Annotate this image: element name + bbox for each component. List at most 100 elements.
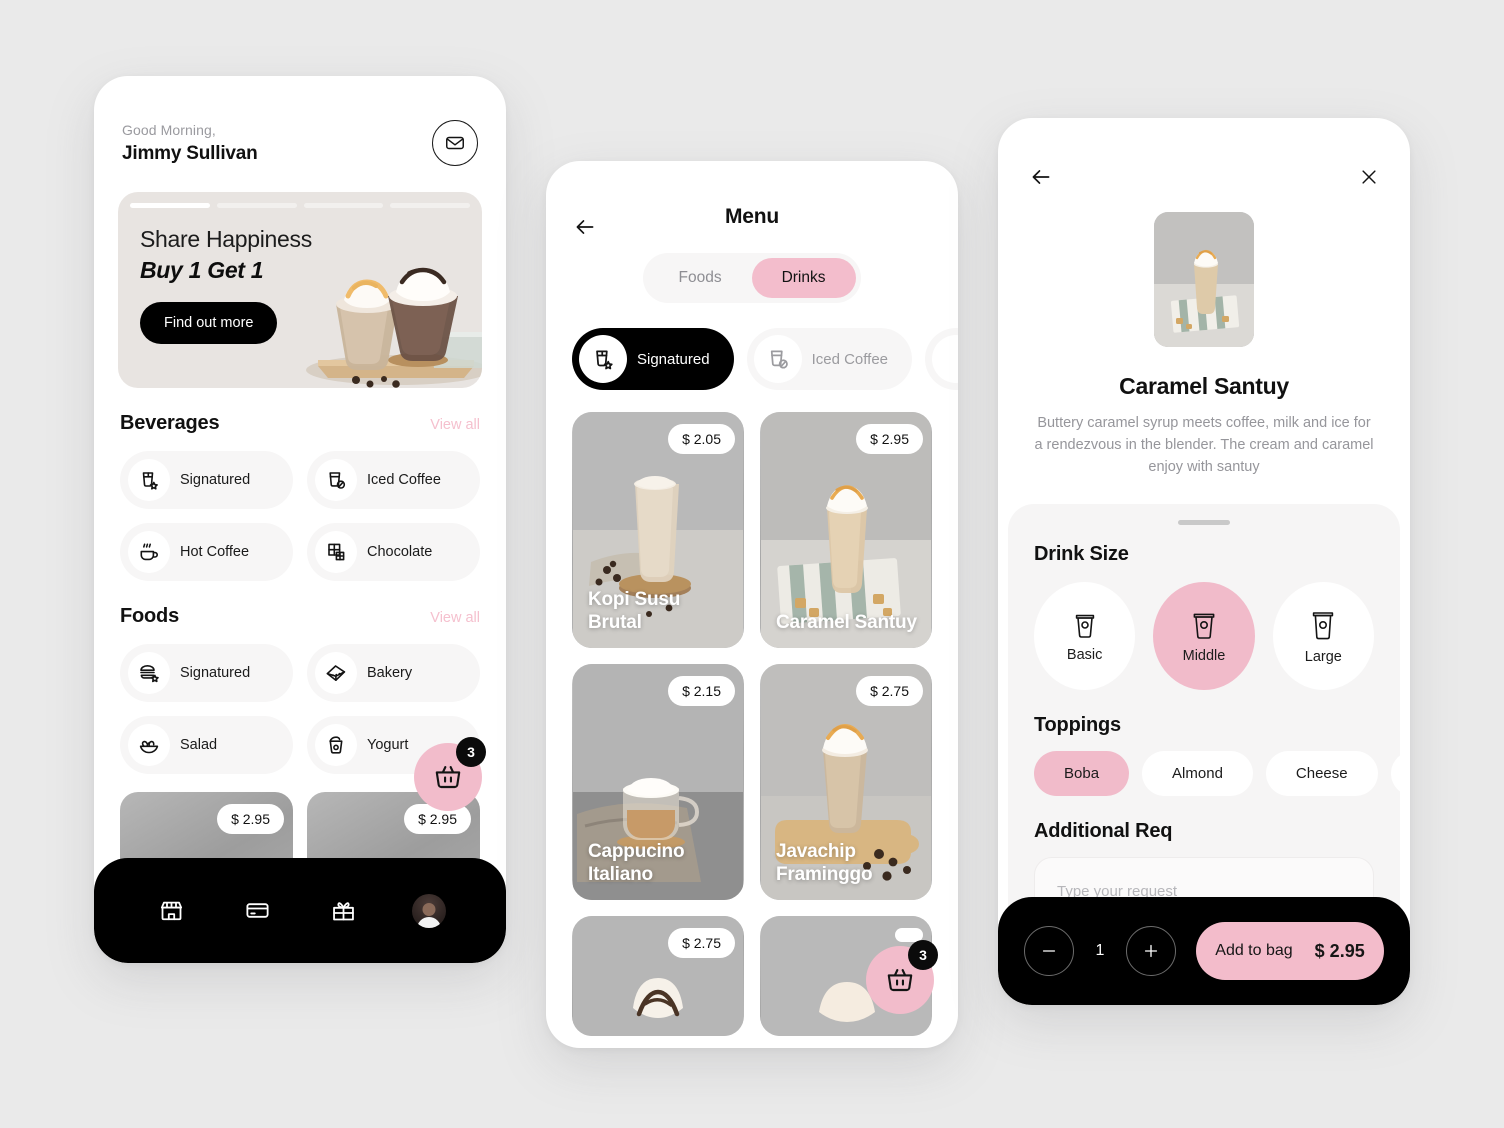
gift-icon <box>330 897 357 924</box>
banner-title: Share Happiness <box>140 226 312 252</box>
user-name: Jimmy Sullivan <box>122 142 258 164</box>
banner-dot-4[interactable] <box>390 203 470 208</box>
menu-product-grid: $ 2.05 Kopi Susu Brutal $ 2.95 Caramel S… <box>546 390 958 1036</box>
cup-medium-icon <box>1188 608 1220 644</box>
decrease-quantity-button[interactable] <box>1024 926 1074 976</box>
topping-almond[interactable]: Almond <box>1142 751 1253 796</box>
view-all-beverages-link[interactable]: View all <box>430 417 480 433</box>
screenshot-stage: Good Morning, Jimmy Sullivan Share Happi… <box>0 0 1504 1128</box>
chip-signatured[interactable]: Signatured <box>572 328 734 390</box>
menu-category-chips: Signatured Iced Coffee <box>546 303 958 390</box>
category-label: Bakery <box>367 665 413 681</box>
drink-size-options: Basic Middle Large <box>1008 566 1400 690</box>
tab-card[interactable] <box>233 887 281 935</box>
burger-star-icon <box>128 652 170 694</box>
increase-quantity-button[interactable] <box>1126 926 1176 976</box>
price-chip: $ 2.75 <box>856 676 923 706</box>
add-to-bag-button[interactable]: Add to bag $ 2.95 <box>1196 922 1384 980</box>
drink-size-title: Drink Size <box>1034 543 1129 565</box>
size-label: Middle <box>1182 648 1226 664</box>
category-beverages-chocolate[interactable]: Chocolate <box>307 523 480 581</box>
toppings-title: Toppings <box>1034 714 1121 736</box>
price-chip: $ 2.75 <box>668 928 735 958</box>
category-foods-signatured[interactable]: Signatured <box>120 644 293 702</box>
chip-label: Signatured <box>637 350 710 368</box>
price-chip: $ 2.95 <box>856 424 923 454</box>
cart-fab-button[interactable]: 3 <box>866 940 938 1014</box>
cup-bean-icon <box>753 335 802 383</box>
price-chip: $ 2.15 <box>668 676 735 706</box>
product-card-kopi-susu-brutal[interactable]: $ 2.05 Kopi Susu Brutal <box>572 412 744 648</box>
size-option-middle[interactable]: Middle <box>1153 582 1255 690</box>
product-card-javachip-framinggo[interactable]: $ 2.75 Javachip Framinggo <box>760 664 932 900</box>
category-label: Yogurt <box>367 737 409 753</box>
buy-bar: 1 Add to bag $ 2.95 <box>998 897 1410 1005</box>
tab-profile[interactable] <box>405 887 453 935</box>
category-beverages-hot-coffee[interactable]: Hot Coffee <box>120 523 293 581</box>
beverages-category-grid: Signatured Iced Coffee Hot Coffee Chocol… <box>94 435 506 581</box>
menu-segmented-control: Foods Drinks <box>546 253 958 303</box>
cart-fab-button[interactable]: 3 <box>414 737 486 811</box>
add-to-bag-price: $ 2.95 <box>1314 940 1365 961</box>
quantity-value: 1 <box>1095 942 1105 959</box>
topping-oat[interactable]: Oat <box>1390 751 1400 796</box>
caramel-santuy-image <box>1154 212 1254 347</box>
find-out-more-button[interactable]: Find out more <box>140 302 278 344</box>
size-option-basic[interactable]: Basic <box>1034 582 1136 690</box>
greeting-block: Good Morning, Jimmy Sullivan <box>122 122 258 165</box>
page-title: Menu <box>724 205 780 228</box>
tab-drinks[interactable]: Drinks <box>751 258 856 298</box>
greeting-subtitle: Good Morning, <box>122 121 216 138</box>
category-label: Signatured <box>180 472 251 488</box>
chip-label: Iced Coffee <box>811 350 889 368</box>
category-foods-salad[interactable]: Salad <box>120 716 293 774</box>
additional-req-title: Additional Req <box>1034 820 1173 842</box>
cup-large-icon <box>1307 607 1339 645</box>
topping-boba[interactable]: Boba <box>1034 751 1130 796</box>
product-card-caramel-santuy[interactable]: $ 2.95 Caramel Santuy <box>760 412 932 648</box>
tab-gift[interactable] <box>319 887 367 935</box>
menu-header: Menu <box>546 161 958 249</box>
category-foods-bakery[interactable]: Bakery <box>307 644 480 702</box>
bottom-tabbar <box>94 858 506 963</box>
cup-bean-icon <box>315 459 357 501</box>
section-header-foods: Foods View all <box>94 581 506 628</box>
hot-cup-icon <box>128 531 170 573</box>
category-label: Salad <box>180 737 218 753</box>
yogurt-cup-icon <box>315 724 357 766</box>
product-title: Caramel Santuy <box>1119 373 1289 399</box>
chip-iced-coffee[interactable]: Iced Coffee <box>746 328 913 390</box>
promo-banner[interactable]: Share Happiness Buy 1 Get 1 Find out mor… <box>118 192 482 388</box>
topping-options: Boba Almond Cheese Oat <box>1008 737 1400 796</box>
salad-bowl-icon <box>128 724 170 766</box>
chip-next-category[interactable] <box>925 328 958 390</box>
mail-button[interactable] <box>432 120 478 166</box>
category-beverages-signatured[interactable]: Signatured <box>120 451 293 509</box>
topping-cheese[interactable]: Cheese <box>1265 751 1378 796</box>
cart-badge: 3 <box>908 940 938 970</box>
plus-icon <box>1141 941 1161 961</box>
basket-icon <box>884 964 916 996</box>
product-card-cappucino-italiano[interactable]: $ 2.15 Cappucino Italiano <box>572 664 744 900</box>
cake-slice-icon <box>315 652 357 694</box>
category-beverages-iced-coffee[interactable]: Iced Coffee <box>307 451 480 509</box>
category-label: Chocolate <box>367 544 433 560</box>
store-icon <box>158 897 185 924</box>
home-header: Good Morning, Jimmy Sullivan <box>94 76 506 166</box>
arrow-left-icon[interactable] <box>1028 164 1054 190</box>
banner-subtitle: Buy 1 Get 1 <box>140 257 264 283</box>
close-icon[interactable] <box>1358 166 1380 188</box>
size-option-large[interactable]: Large <box>1272 582 1374 690</box>
tab-foods[interactable]: Foods <box>648 258 751 298</box>
cup-star-icon <box>579 335 627 383</box>
detail-header <box>998 118 1410 190</box>
category-label: Hot Coffee <box>180 544 250 560</box>
card-icon <box>244 897 271 924</box>
product-name: Caramel Santuy <box>776 611 917 633</box>
view-all-foods-link[interactable]: View all <box>430 610 480 626</box>
tab-store[interactable] <box>147 887 195 935</box>
product-hero-image <box>1154 212 1254 347</box>
product-card-row3-left[interactable]: $ 2.75 <box>572 916 744 1036</box>
price-chip: $ 2.05 <box>668 424 735 454</box>
chocolate-bar-icon <box>315 531 357 573</box>
